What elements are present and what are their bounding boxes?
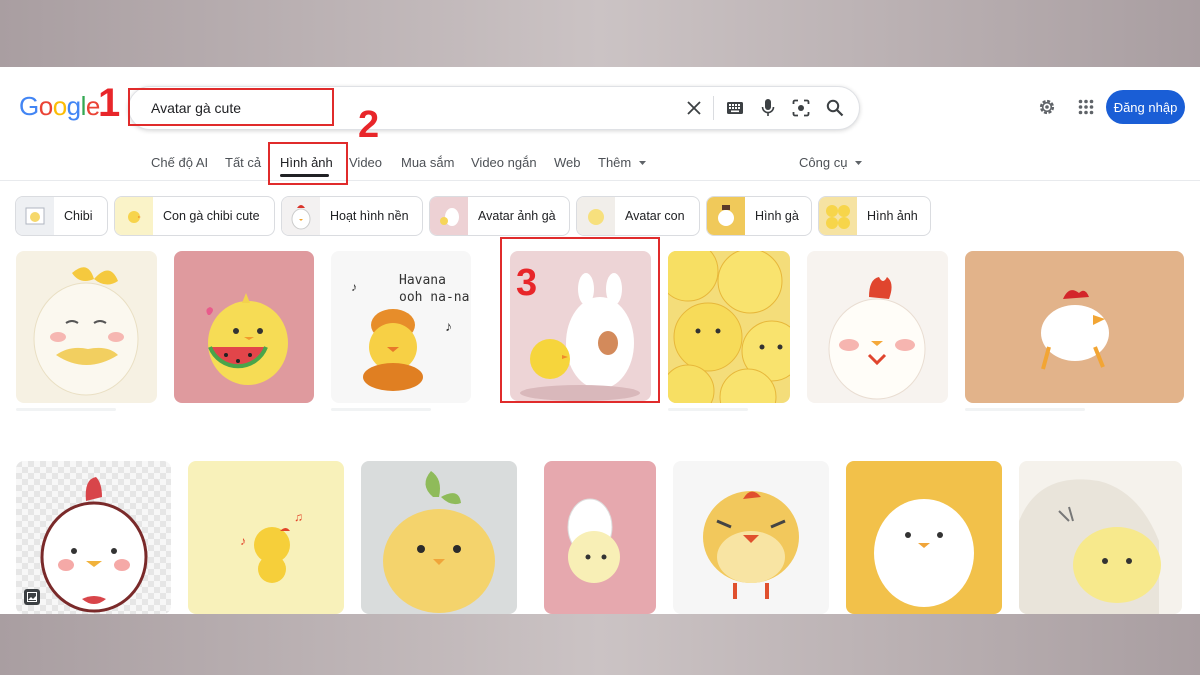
tab-short-videos[interactable]: Video ngắn [471, 155, 537, 170]
image-result-white-chicken[interactable] [807, 251, 948, 403]
microphone-icon[interactable] [757, 97, 779, 119]
image-result-egg-chick[interactable] [544, 461, 656, 614]
chip-hinh-anh[interactable]: Hình ảnh [818, 196, 931, 236]
image-result-chick-watermelon[interactable] [174, 251, 314, 403]
apps-grid-icon[interactable] [1074, 95, 1098, 119]
lens-icon[interactable] [790, 97, 812, 119]
chip-avatar-con[interactable]: Avatar con [576, 196, 700, 236]
svg-text:♪: ♪ [351, 280, 357, 294]
chip-hoat-hinh-nen[interactable]: Hoạt hình nền [281, 196, 423, 236]
search-highlight-box [128, 88, 334, 126]
image-result-fluffy-chick[interactable] [846, 461, 1002, 614]
chip-avatar-anh-ga[interactable]: Avatar ảnh gà [429, 196, 570, 236]
havana-text-line-1: Havana [399, 273, 446, 288]
image-badge-icon [24, 589, 40, 605]
chip-label: Hoạt hình nền [330, 209, 409, 223]
tab-more-label: Thêm [598, 155, 632, 170]
chip-thumbnail [115, 197, 153, 235]
tools-menu[interactable]: Công cụ [799, 155, 863, 170]
image-result-chick-havana[interactable]: Havana ooh na-na ♪ ♪ [331, 251, 471, 403]
google-logo[interactable]: Google [19, 91, 100, 122]
image-result-chick-standing[interactable] [673, 461, 829, 614]
login-button[interactable]: Đăng nhập [1106, 90, 1185, 124]
chip-thumbnail [819, 197, 857, 235]
chip-thumbnail [16, 197, 54, 235]
tabs-divider [0, 180, 1200, 181]
svg-text:♫: ♫ [294, 510, 303, 524]
settings-gear-icon[interactable] [1035, 95, 1059, 119]
google-images-page: Google 1 Đăng nhập Chế độ AI Tất cả Hình [0, 67, 1200, 614]
image-result-plush-chick[interactable] [361, 461, 517, 614]
image-result-many-chicks[interactable] [668, 251, 790, 403]
chip-label: Avatar con [625, 209, 685, 223]
logo-letter: g [66, 91, 81, 121]
svg-text:♪: ♪ [445, 318, 452, 334]
clear-icon[interactable] [683, 97, 705, 119]
chip-thumbnail [430, 197, 468, 235]
tab-ai-mode[interactable]: Chế độ AI [151, 155, 208, 170]
step-marker-2: 2 [358, 104, 380, 146]
search-tabs: Chế độ AI Tất cả Hình ảnh Video Mua sắm … [0, 152, 1200, 180]
tab-shopping[interactable]: Mua sắm [401, 155, 454, 170]
chip-label: Hình ảnh [867, 209, 918, 223]
dropdown-caret-icon [638, 161, 646, 165]
caption-placeholder [331, 408, 431, 411]
havana-text-line-2: ooh na-na [399, 290, 469, 305]
caption-placeholder [668, 408, 748, 411]
logo-letter: o [52, 91, 67, 121]
backdrop-top [0, 0, 1200, 67]
chip-label: Hình gà [755, 209, 799, 223]
caption-placeholder [16, 408, 116, 411]
chip-thumbnail [577, 197, 615, 235]
chip-label: Con gà chibi cute [163, 209, 260, 223]
logo-letter: o [38, 91, 53, 121]
tab-video[interactable]: Video [349, 155, 382, 170]
image-result-chick-surprised[interactable] [1019, 461, 1182, 614]
tab-web[interactable]: Web [554, 155, 581, 170]
dropdown-caret-icon [855, 161, 863, 165]
step-marker-1: 1 [98, 81, 121, 125]
image-result-rooster[interactable] [965, 251, 1184, 403]
tab-more[interactable]: Thêm [598, 155, 646, 170]
backdrop-bottom [0, 614, 1200, 675]
chip-label: Avatar ảnh gà [478, 209, 556, 223]
keyboard-icon[interactable] [724, 97, 746, 119]
search-divider [713, 96, 714, 120]
images-tab-highlight-box [268, 142, 348, 185]
chip-label: Chibi [64, 209, 93, 223]
chip-chibi[interactable]: Chibi [15, 196, 108, 236]
chip-con-ga-chibi-cute[interactable]: Con gà chibi cute [114, 196, 275, 236]
caption-placeholder [965, 408, 1085, 411]
svg-text:♪: ♪ [240, 534, 246, 548]
tab-all[interactable]: Tất cả [225, 155, 261, 170]
image-result-chick-bow[interactable] [16, 251, 157, 403]
tools-label: Công cụ [799, 155, 848, 170]
image-result-chick-music[interactable]: ♪ ♫ [188, 461, 344, 614]
chip-hinh-ga[interactable]: Hình gà [706, 196, 812, 236]
chip-thumbnail [707, 197, 745, 235]
search-icon[interactable] [824, 97, 846, 119]
chip-thumbnail [282, 197, 320, 235]
step-marker-3: 3 [516, 262, 538, 304]
logo-letter: G [19, 91, 39, 121]
